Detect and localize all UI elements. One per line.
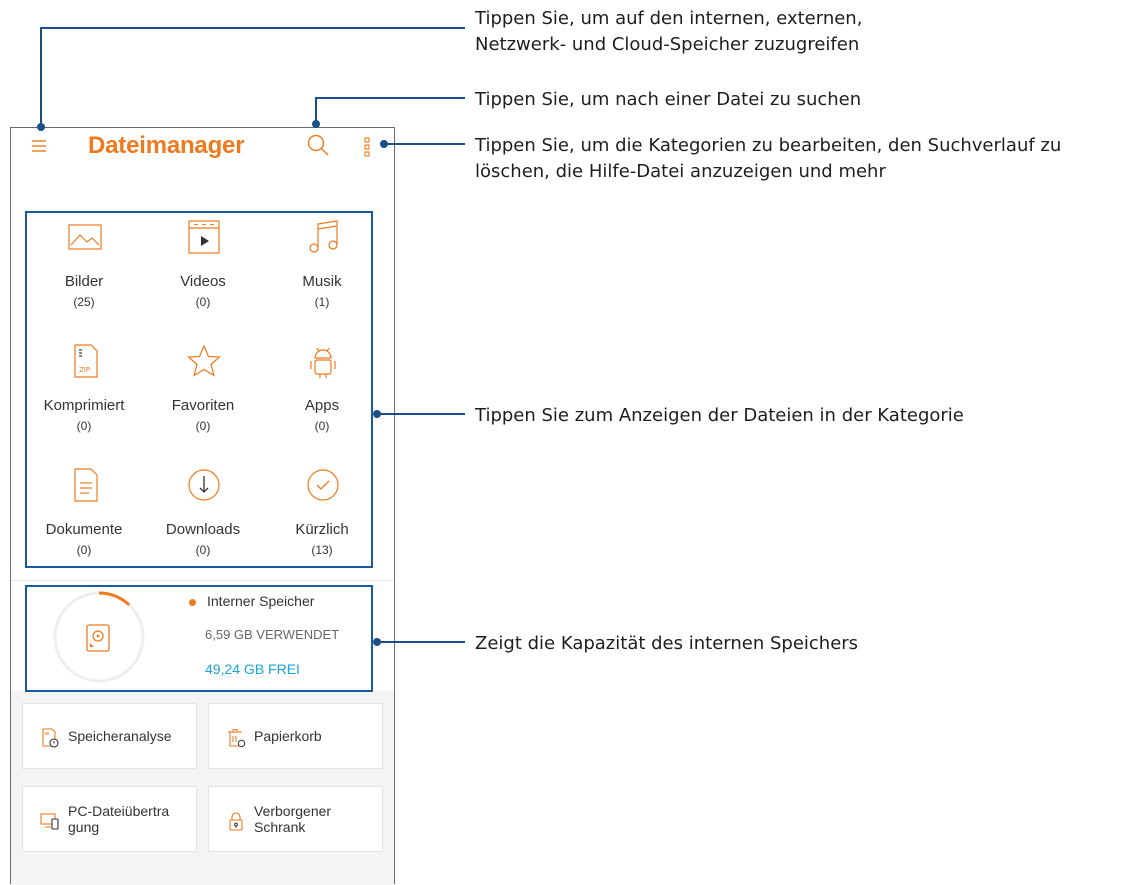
- category-count: (25): [73, 295, 95, 309]
- callout-categories-text: Tippen Sie zum Anzeigen der Dateien in d…: [475, 405, 964, 426]
- callout-line: [378, 641, 465, 643]
- category-count: (0): [195, 295, 211, 309]
- app-bar: Dateimanager: [11, 128, 394, 172]
- svg-text:ZIP: ZIP: [79, 366, 90, 374]
- more-options-icon[interactable]: [363, 136, 371, 158]
- app-title: Dateimanager: [88, 132, 245, 159]
- tool-label: Speicheranalyse: [68, 728, 172, 744]
- download-icon: [188, 469, 220, 501]
- category-komprimiert[interactable]: ZIP Komprimiert (0): [25, 335, 143, 455]
- storage-used: 6,59 GB VERWENDET: [205, 627, 340, 642]
- category-musik[interactable]: Musik (1): [263, 211, 381, 331]
- image-icon: [68, 224, 102, 250]
- callout-line: [378, 413, 465, 415]
- category-bilder[interactable]: Bilder (25): [25, 211, 143, 331]
- document-icon: [74, 468, 98, 502]
- category-videos[interactable]: Videos (0): [144, 211, 262, 331]
- tool-label: Verborgener Schrank: [254, 803, 332, 835]
- callout-line: [315, 97, 465, 99]
- category-count: (0): [76, 543, 92, 557]
- tool-pc-dateiuebertragung[interactable]: PC-Dateiübertra gung: [22, 786, 197, 852]
- category-count: (13): [311, 543, 333, 557]
- category-label: Favoriten: [171, 397, 235, 414]
- category-label: Musik: [302, 273, 342, 290]
- storage-free: 49,24 GB FREI: [205, 661, 300, 677]
- tool-papierkorb[interactable]: Papierkorb: [208, 703, 383, 769]
- tool-verborgener-schrank[interactable]: Verborgener Schrank: [208, 786, 383, 852]
- storage-name: Interner Speicher: [207, 593, 315, 609]
- category-favoriten[interactable]: Favoriten (0): [144, 335, 262, 455]
- star-icon: [186, 344, 222, 377]
- callout-bullet: [373, 638, 381, 646]
- callout-bullet: [373, 410, 381, 418]
- callout-line: [385, 143, 465, 145]
- category-count: (0): [76, 419, 92, 433]
- category-label: Apps: [304, 397, 340, 414]
- android-icon: [310, 347, 336, 378]
- callout-bullet: [380, 140, 388, 148]
- storage-usage-ring: [53, 591, 145, 683]
- category-count: (0): [195, 419, 211, 433]
- category-kuerzlich[interactable]: Kürzlich (13): [263, 459, 381, 579]
- tool-speicheranalyse[interactable]: Speicheranalyse: [22, 703, 197, 769]
- category-label: Dokumente: [45, 521, 123, 538]
- video-icon: [188, 220, 220, 254]
- category-dokumente[interactable]: Dokumente (0): [25, 459, 143, 579]
- callout-bullet: [37, 123, 45, 131]
- category-count: (1): [314, 295, 330, 309]
- category-apps[interactable]: Apps (0): [263, 335, 381, 455]
- pc-transfer-icon: [40, 813, 59, 830]
- recent-check-icon: [307, 469, 339, 501]
- phone-screen: Dateimanager Bilder (25) Videos (0) Musi…: [10, 127, 395, 885]
- storage-analysis-icon: [42, 728, 59, 748]
- callout-search-text: Tippen Sie, um nach einer Datei zu suche…: [475, 89, 862, 110]
- category-label: Komprimiert: [43, 397, 125, 414]
- tool-label: PC-Dateiübertra gung: [68, 803, 170, 835]
- category-label: Videos: [180, 273, 226, 290]
- tools-section: Speicheranalyse Papierkorb PC-Dateiübert…: [11, 691, 394, 885]
- zip-icon: ZIP: [74, 344, 98, 378]
- callout-menu-text: Tippen Sie, um auf den internen, externe…: [475, 8, 863, 55]
- hamburger-menu-icon[interactable]: [31, 138, 47, 154]
- internal-storage-card[interactable]: Interner Speicher 6,59 GB VERWENDET 49,2…: [11, 583, 394, 691]
- category-downloads[interactable]: Downloads (0): [144, 459, 262, 579]
- section-divider: [11, 580, 394, 581]
- category-label: Bilder: [64, 273, 104, 290]
- category-count: (0): [314, 419, 330, 433]
- callout-line: [40, 27, 42, 127]
- callout-line: [40, 27, 465, 29]
- storage-indicator-dot: [189, 599, 196, 606]
- category-label: Kürzlich: [295, 521, 349, 538]
- music-icon: [309, 220, 338, 253]
- category-label: Downloads: [165, 521, 241, 538]
- callout-more-text: Tippen Sie, um die Kategorien zu bearbei…: [475, 135, 1062, 182]
- callout-storage-text: Zeigt die Kapazität des internen Speiche…: [475, 633, 859, 654]
- callout-bullet: [312, 120, 320, 128]
- tool-label: Papierkorb: [254, 728, 322, 744]
- lock-icon: [229, 812, 243, 831]
- search-icon[interactable]: [305, 132, 331, 158]
- category-count: (0): [195, 543, 211, 557]
- trash-icon: [228, 729, 246, 748]
